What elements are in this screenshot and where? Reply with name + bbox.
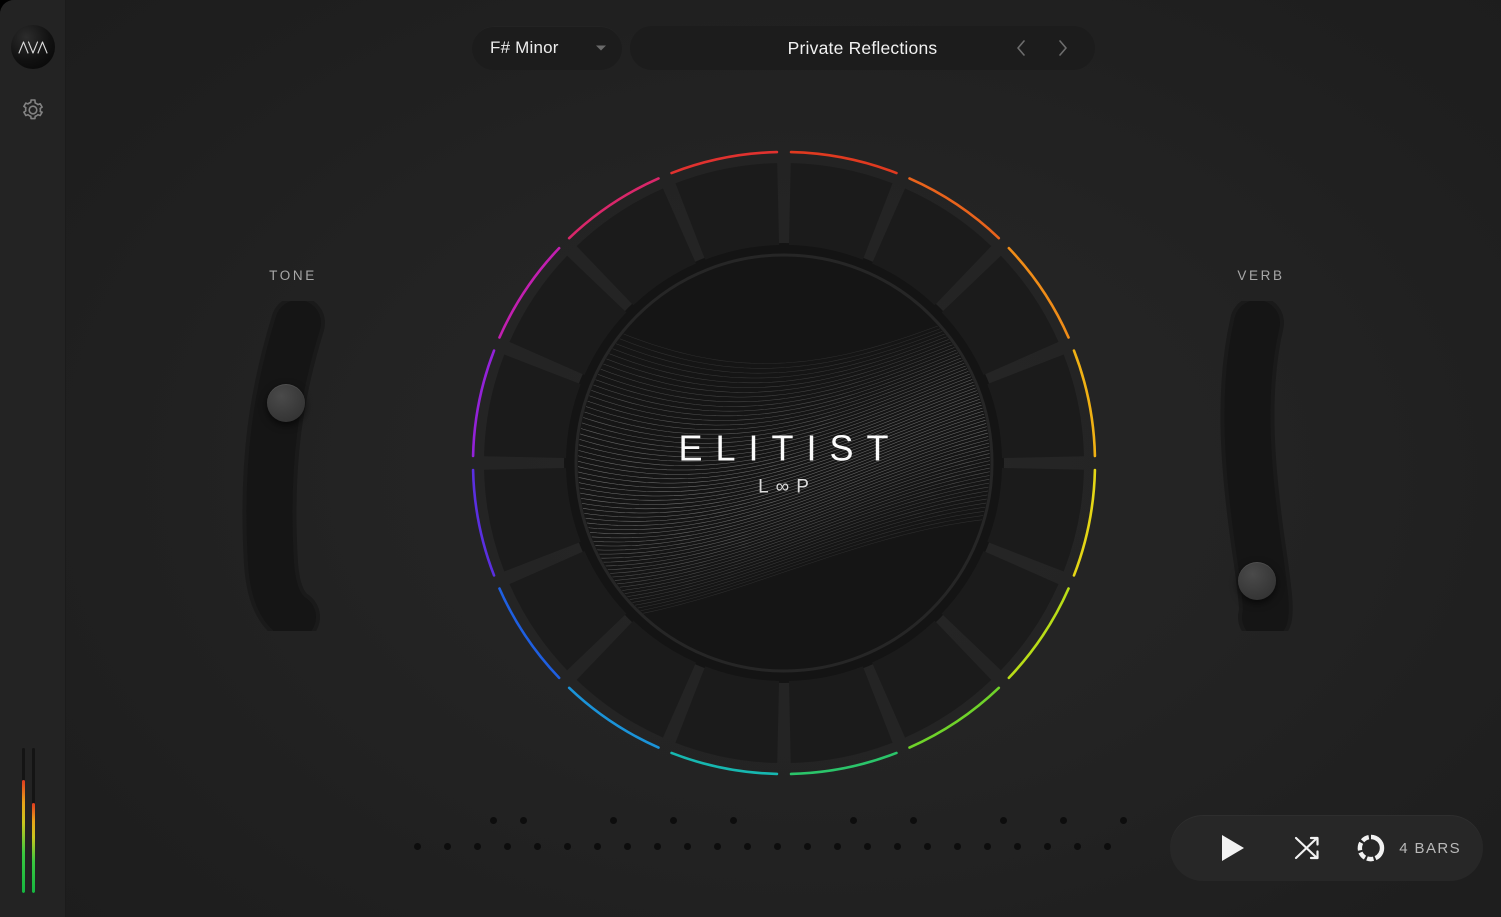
- step-dot[interactable]: [1000, 817, 1007, 824]
- meter-left: [22, 748, 25, 893]
- preset-next-button[interactable]: [1049, 34, 1077, 62]
- meter-right: [32, 748, 35, 893]
- chevron-right-icon: [1059, 40, 1067, 56]
- main-stage: ELITIST L∞P TONE VERB 4 BARS: [66, 0, 1501, 917]
- step-dot[interactable]: [894, 843, 901, 850]
- step-dot[interactable]: [730, 817, 737, 824]
- step-dot[interactable]: [670, 817, 677, 824]
- tone-slider-track[interactable]: [193, 301, 393, 631]
- preset-bar[interactable]: Private Reflections: [630, 26, 1095, 70]
- ava-logo-icon: [18, 41, 48, 54]
- shuffle-button[interactable]: [1270, 815, 1344, 881]
- step-dot[interactable]: [984, 843, 991, 850]
- step-dot[interactable]: [714, 843, 721, 850]
- meter-right-fill: [32, 803, 35, 893]
- step-dot[interactable]: [744, 843, 751, 850]
- loop-length-button[interactable]: 4 BARS: [1344, 815, 1461, 881]
- waveform-lines: [577, 289, 990, 626]
- header-bar: F# Minor Private Reflections: [66, 0, 1501, 96]
- chevron-down-icon: [596, 45, 606, 51]
- step-dot[interactable]: [774, 843, 781, 850]
- settings-button[interactable]: [19, 96, 47, 124]
- step-dot[interactable]: [684, 843, 691, 850]
- key-select-value: F# Minor: [490, 38, 559, 57]
- gear-icon: [23, 99, 43, 120]
- step-dot[interactable]: [954, 843, 961, 850]
- verb-slider-body[interactable]: [1161, 301, 1361, 631]
- harmony-dial[interactable]: ELITIST L∞P: [454, 133, 1114, 793]
- tone-slider-knob[interactable]: [267, 384, 305, 422]
- chevron-left-icon: [1017, 40, 1025, 56]
- step-dot[interactable]: [1120, 817, 1127, 824]
- step-dot[interactable]: [504, 843, 511, 850]
- step-dot[interactable]: [474, 843, 481, 850]
- step-dot[interactable]: [924, 843, 931, 850]
- loop-length-icon: [1357, 834, 1385, 862]
- step-dot[interactable]: [910, 817, 917, 824]
- verb-slider-group: VERB: [1161, 268, 1361, 631]
- center-waveform-art: [577, 289, 990, 626]
- app-window: ELITIST L∞P TONE VERB 4 BARS F# Minor Pr…: [0, 0, 1501, 917]
- left-rail: [0, 0, 66, 917]
- bars-label: 4 BARS: [1399, 839, 1461, 857]
- key-select[interactable]: F# Minor: [472, 26, 622, 70]
- step-dot[interactable]: [624, 843, 631, 850]
- play-icon: [1222, 835, 1245, 861]
- step-dot[interactable]: [534, 843, 541, 850]
- step-dot[interactable]: [1044, 843, 1051, 850]
- step-dot[interactable]: [594, 843, 601, 850]
- step-dot[interactable]: [1060, 817, 1067, 824]
- tone-slider-group: TONE: [193, 268, 393, 631]
- step-dot[interactable]: [834, 843, 841, 850]
- step-dot[interactable]: [520, 817, 527, 824]
- app-logo-button[interactable]: [11, 25, 55, 69]
- step-sequencer[interactable]: [414, 813, 1127, 869]
- tone-slider-body[interactable]: [193, 301, 393, 631]
- preset-name: Private Reflections: [787, 37, 938, 58]
- step-dot[interactable]: [1074, 843, 1081, 850]
- step-dot[interactable]: [864, 843, 871, 850]
- step-dot[interactable]: [654, 843, 661, 850]
- step-dot[interactable]: [850, 817, 857, 824]
- step-dot[interactable]: [1014, 843, 1021, 850]
- step-dot[interactable]: [804, 843, 811, 850]
- preset-prev-button[interactable]: [1007, 34, 1035, 62]
- transport-bar: 4 BARS: [1170, 815, 1483, 881]
- verb-slider-label: VERB: [1237, 268, 1285, 283]
- verb-slider-knob[interactable]: [1238, 562, 1276, 600]
- step-dot[interactable]: [610, 817, 617, 824]
- shuffle-icon: [1295, 836, 1319, 860]
- tone-slider-label: TONE: [269, 268, 317, 283]
- step-dot[interactable]: [414, 843, 421, 850]
- step-dot[interactable]: [564, 843, 571, 850]
- output-level-meters: [22, 748, 44, 893]
- meter-left-fill: [22, 779, 25, 893]
- play-button[interactable]: [1196, 815, 1270, 881]
- step-dot[interactable]: [490, 817, 497, 824]
- step-dot[interactable]: [1104, 843, 1111, 850]
- step-dot[interactable]: [444, 843, 451, 850]
